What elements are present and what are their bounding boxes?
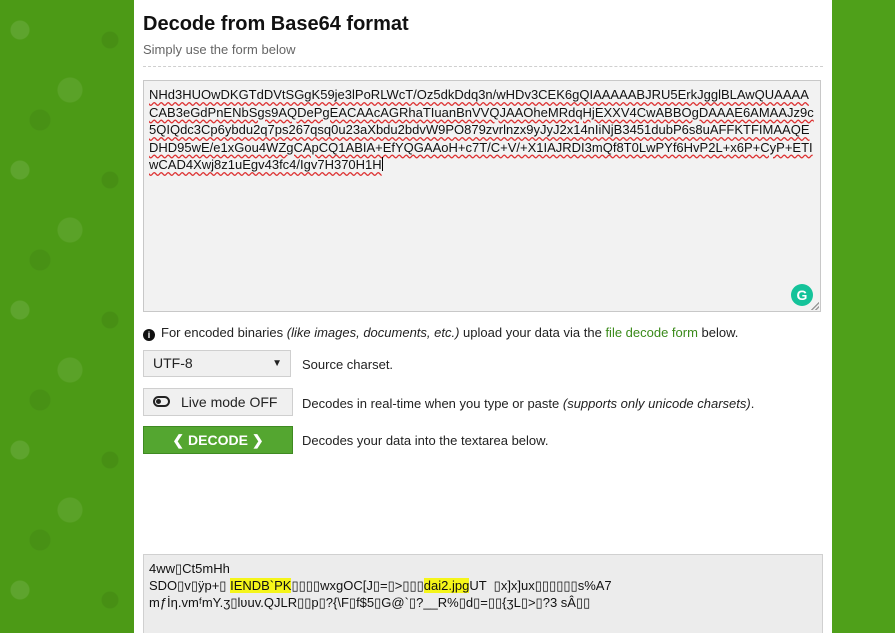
- resize-handle-icon[interactable]: [811, 302, 819, 310]
- info-icon: i: [143, 329, 155, 341]
- page-title: Decode from Base64 format: [143, 13, 409, 35]
- highlight-match: dai2.jpg: [423, 578, 470, 593]
- base64-input-textarea[interactable]: NHd3HUOwDKGTdDVtSGgK59je3lPoRLWcT/Oz5dkD…: [143, 80, 821, 312]
- decoded-output-text: 4ww▯Ct5mHh SDO▯v▯ÿp+▯ IENDB`PK▯▯▯▯wxgOC[…: [149, 561, 612, 610]
- charset-select[interactable]: UTF-8 ▼: [143, 350, 291, 377]
- base64-input-text[interactable]: NHd3HUOwDKGTdDVtSGgK59je3lPoRLWcT/Oz5dkD…: [149, 86, 817, 174]
- live-mode-label: Decodes in real-time when you type or pa…: [302, 396, 755, 411]
- file-decode-form-link[interactable]: file decode form: [605, 325, 698, 340]
- toggle-icon: [153, 396, 170, 407]
- chevron-right-icon: ❯: [251, 432, 264, 448]
- chevron-left-icon: ❮: [172, 432, 185, 448]
- live-mode-row: Live mode OFF Decodes in real-time when …: [143, 388, 823, 416]
- decode-row: ❮ DECODE ❯ Decodes your data into the te…: [143, 426, 823, 454]
- charset-row: UTF-8 ▼ Source charset.: [143, 350, 823, 378]
- left-background-pattern: [0, 0, 134, 633]
- page-subtitle: Simply use the form below: [143, 42, 296, 57]
- decoded-output-textarea[interactable]: 4ww▯Ct5mHh SDO▯v▯ÿp+▯ IENDB`PK▯▯▯▯wxgOC[…: [143, 554, 823, 633]
- charset-label: Source charset.: [302, 357, 394, 372]
- highlight-match: IENDB`PK: [230, 578, 292, 593]
- right-background: [832, 0, 895, 633]
- text-caret: [381, 157, 383, 172]
- live-mode-toggle-button[interactable]: Live mode OFF: [143, 388, 293, 416]
- divider: [143, 66, 823, 67]
- dropdown-arrow-icon: ▼: [272, 358, 282, 369]
- main-panel: Decode from Base64 format Simply use the…: [134, 0, 832, 633]
- decode-label: Decodes your data into the textarea belo…: [302, 433, 549, 448]
- decode-button[interactable]: ❮ DECODE ❯: [143, 426, 293, 454]
- binary-info-note: i For encoded binaries (like images, docu…: [143, 325, 738, 341]
- grammarly-icon[interactable]: G: [791, 284, 813, 306]
